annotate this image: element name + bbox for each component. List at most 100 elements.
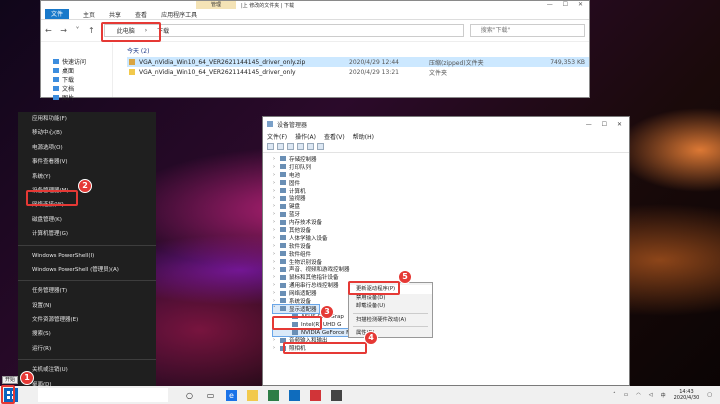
ctx-uninstall-device[interactable]: 卸载设备(U) <box>349 302 432 311</box>
nav-pictures[interactable]: 图片 <box>53 93 112 102</box>
device-category-node[interactable]: › 软件设备 <box>273 242 629 250</box>
forward-icon[interactable] <box>277 143 284 150</box>
expand-chevron-icon[interactable]: › <box>273 235 277 241</box>
nav-downloads[interactable]: 下载 <box>53 75 112 84</box>
winx-menu-item[interactable]: 电源选项(O) <box>18 141 156 155</box>
expand-chevron-icon[interactable]: › <box>273 180 277 186</box>
device-category-node[interactable]: › 鼠标和其他指针设备 <box>273 273 629 281</box>
expand-chevron-icon[interactable]: › <box>273 274 277 280</box>
wifi-icon[interactable]: ◠ <box>636 392 640 398</box>
expand-chevron-icon[interactable]: › <box>273 195 277 201</box>
nav-quick-access[interactable]: 快速访问 <box>53 57 112 66</box>
device-category-node[interactable]: › 计算机 <box>273 187 629 195</box>
device-category-node[interactable]: › 内存技术设备 <box>273 218 629 226</box>
device-category-node[interactable]: › 打印队列 <box>273 163 629 171</box>
device-category-node[interactable]: › 生物识别设备 <box>273 258 629 266</box>
device-child-node[interactable]: Intel(R) UHD G <box>273 321 629 329</box>
menu-file[interactable]: 文件(F) <box>267 132 287 141</box>
edge-icon[interactable]: e <box>226 389 237 401</box>
help-icon[interactable] <box>297 143 304 150</box>
menu-action[interactable]: 操作(A) <box>295 132 316 141</box>
device-category-node[interactable]: › 监视器 <box>273 194 629 202</box>
winx-menu-item[interactable]: 文件资源管理器(E) <box>18 313 156 327</box>
device-category-node[interactable]: › 人体学输入设备 <box>273 234 629 242</box>
expand-chevron-icon[interactable]: › <box>273 337 277 343</box>
tray-chevron-icon[interactable]: ˄ <box>613 392 616 398</box>
scan-icon[interactable] <box>307 143 314 150</box>
context-tab-manage[interactable]: 管理 <box>196 1 236 9</box>
ribbon-tab-app-tools[interactable]: 应用程序工具 <box>161 10 197 19</box>
winx-menu-item[interactable]: 关机或注销(U) <box>18 363 156 377</box>
device-category-node[interactable]: › 键盘 <box>273 202 629 210</box>
expand-chevron-icon[interactable]: › <box>273 298 277 304</box>
ctx-scan-hardware[interactable]: 扫描检测硬件改动(A) <box>349 316 432 325</box>
expand-chevron-icon[interactable]: › <box>273 164 277 170</box>
winx-menu-item[interactable]: 任务管理器(T) <box>18 284 156 298</box>
winx-menu-item[interactable]: 运行(R) <box>18 342 156 356</box>
taskbar-search-box[interactable] <box>38 388 168 402</box>
mail-icon[interactable] <box>289 389 300 401</box>
nav-arrows-icon[interactable]: ← → ˅ ↑ <box>45 26 98 35</box>
cortana-icon[interactable]: ○ <box>184 390 195 401</box>
expand-chevron-icon[interactable]: ˅ <box>273 306 277 312</box>
ribbon-tab-view[interactable]: 查看 <box>135 10 147 19</box>
winx-menu-item[interactable]: 移动中心(B) <box>18 126 156 140</box>
winx-menu-item[interactable]: 事件查看器(V) <box>18 155 156 169</box>
menu-view[interactable]: 查看(V) <box>324 132 345 141</box>
expand-chevron-icon[interactable]: › <box>273 266 277 272</box>
task-view-icon[interactable]: ▭ <box>205 390 216 401</box>
window-controls[interactable]: — ☐ ✕ <box>547 1 587 8</box>
winx-menu-item[interactable]: Windows PowerShell(I) <box>18 249 156 263</box>
back-icon[interactable] <box>267 143 274 150</box>
expand-chevron-icon[interactable]: › <box>273 345 277 351</box>
nav-desktop[interactable]: 桌面 <box>53 66 112 75</box>
device-category-node[interactable]: › 其他设备 <box>273 226 629 234</box>
winx-menu-item[interactable]: 搜索(S) <box>18 327 156 341</box>
app-icon[interactable] <box>310 389 321 401</box>
expand-chevron-icon[interactable]: › <box>273 290 277 296</box>
volume-icon[interactable]: ◁ <box>649 392 653 398</box>
notification-icon[interactable]: ▢ <box>707 392 712 398</box>
nav-documents[interactable]: 文档 <box>53 84 112 93</box>
battery-icon[interactable]: ▭ <box>624 392 629 398</box>
ribbon-tab-file[interactable]: 文件 <box>45 9 70 19</box>
file-row-folder[interactable]: VGA_nVidia_Win10_64_VER2621144145_driver… <box>127 67 589 77</box>
expand-chevron-icon[interactable]: › <box>273 156 277 162</box>
winx-menu-item[interactable]: 计算机管理(G) <box>18 227 156 241</box>
device-category-node[interactable]: › 声音、视频和游戏控制器 <box>273 265 629 273</box>
expand-chevron-icon[interactable]: › <box>273 203 277 209</box>
expand-chevron-icon[interactable]: › <box>273 259 277 265</box>
device-category-node[interactable]: › 固件 <box>273 179 629 187</box>
device-category-node[interactable]: › 网络适配器 <box>273 289 629 297</box>
ctx-properties[interactable]: 属性(R) <box>349 329 432 338</box>
device-category-node[interactable]: › 电池 <box>273 171 629 179</box>
device-category-node[interactable]: › 通用串行总线控制器 <box>273 281 629 289</box>
device-category-node[interactable]: › 系统设备 <box>273 297 629 305</box>
expand-chevron-icon[interactable]: › <box>273 188 277 194</box>
device-category-node[interactable]: ˅ 显示适配器 <box>272 303 320 314</box>
ribbon-tab-home[interactable]: 主页 <box>83 10 95 19</box>
menu-help[interactable]: 帮助(H) <box>353 132 374 141</box>
winx-menu-item[interactable]: Windows PowerShell (管理员)(A) <box>18 263 156 277</box>
expand-chevron-icon[interactable]: › <box>273 282 277 288</box>
file-row-zip[interactable]: VGA_nVidia_Win10_64_VER2621144145_driver… <box>127 57 589 67</box>
store-icon[interactable] <box>268 389 279 401</box>
search-input[interactable]: 搜索"下载" <box>469 24 585 37</box>
winx-menu-item[interactable]: 应用和功能(F) <box>18 112 156 126</box>
device-category-node[interactable]: › 存储控制器 <box>273 155 629 163</box>
ribbon-tab-share[interactable]: 共享 <box>109 10 121 19</box>
expand-chevron-icon[interactable]: › <box>273 172 277 178</box>
properties-icon[interactable] <box>287 143 294 150</box>
ime-indicator[interactable]: 中 <box>661 392 666 399</box>
device-manager-taskbar-icon[interactable] <box>331 389 342 401</box>
expand-chevron-icon[interactable]: › <box>273 211 277 217</box>
device-category-node[interactable]: › 软件组件 <box>273 250 629 258</box>
device-category-node[interactable]: › 蓝牙 <box>273 210 629 218</box>
monitor-icon[interactable] <box>317 143 324 150</box>
winx-menu-item[interactable]: 设置(N) <box>18 299 156 313</box>
window-controls[interactable]: — ☐ ✕ <box>586 121 629 128</box>
clock[interactable]: 14:43 2020/4/30 <box>674 389 700 401</box>
expand-chevron-icon[interactable]: › <box>273 251 277 257</box>
group-header-today[interactable]: 今天 (2) <box>127 47 589 57</box>
expand-chevron-icon[interactable]: › <box>273 227 277 233</box>
